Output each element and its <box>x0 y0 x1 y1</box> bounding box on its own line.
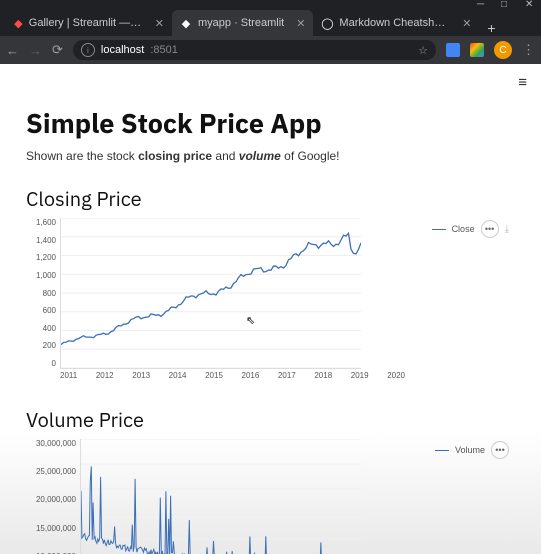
forward-button[interactable]: → <box>29 43 42 58</box>
window-minimize-button[interactable]: ─ <box>477 0 487 9</box>
hamburger-menu-button[interactable]: ≡ <box>518 74 527 91</box>
tab-label: Gallery | Streamlit — The fastes <box>29 17 143 29</box>
chart1-plot-area[interactable] <box>60 218 361 369</box>
site-info-icon[interactable]: i <box>81 43 95 57</box>
tab-myapp[interactable]: ◆ myapp · Streamlit ✕ <box>172 10 313 36</box>
extension-icon[interactable] <box>446 43 460 57</box>
chart1-svg <box>61 218 361 368</box>
chart2-svg <box>81 439 361 554</box>
extension-icon[interactable] <box>470 43 484 57</box>
closing-price-chart[interactable]: 1,6001,4001,2001,0008006004002000 201120… <box>26 218 515 380</box>
chart1-heading: Closing Price <box>26 185 515 212</box>
volume-chart[interactable]: 30,000,00025,000,00020,000,00015,000,000… <box>26 439 515 554</box>
url-field[interactable]: i localhost :8501 ☆ <box>73 40 436 60</box>
window-close-button[interactable]: ✕ <box>525 0 535 9</box>
chart1-y-ticks: 1,6001,4001,2001,0008006004002000 <box>26 218 60 368</box>
back-button[interactable]: ← <box>6 43 19 58</box>
streamlit-icon: ◆ <box>14 17 23 29</box>
close-icon[interactable]: ✕ <box>155 17 164 30</box>
main-content: Simple Stock Price App Shown are the sto… <box>0 64 541 554</box>
legend-label: Volume <box>455 445 485 455</box>
tab-strip: ◆ Gallery | Streamlit — The fastes ✕ ◆ m… <box>0 8 541 36</box>
close-icon[interactable]: ✕ <box>296 17 305 30</box>
chart-menu-button[interactable]: ••• <box>481 220 499 238</box>
github-icon: ◯ <box>321 17 333 29</box>
browser-menu-button[interactable]: ⋮ <box>522 42 535 58</box>
new-tab-button[interactable]: + <box>479 20 503 36</box>
window-titlebar: ─ □ ✕ <box>0 0 541 8</box>
window-maximize-button[interactable]: □ <box>501 0 511 9</box>
chart2-plot-area[interactable] <box>80 439 361 554</box>
browser-window: ─ □ ✕ ◆ Gallery | Streamlit — The fastes… <box>0 0 541 554</box>
url-port: :8501 <box>150 44 178 56</box>
legend-line-icon <box>432 229 446 230</box>
profile-avatar[interactable]: C <box>494 41 512 59</box>
tab-label: myapp · Streamlit <box>198 17 284 29</box>
bookmark-star-icon[interactable]: ☆ <box>418 44 428 57</box>
chart1-x-ticks: 2011201220132014201520162017201820192020 <box>26 371 515 380</box>
chart1-legend: Close ••• ⤓ <box>432 220 509 238</box>
url-host: localhost <box>101 44 144 56</box>
app-viewport: ≡ Simple Stock Price App Shown are the s… <box>0 64 541 554</box>
page-title: Simple Stock Price App <box>26 106 515 141</box>
chart2-heading: Volume Price <box>26 406 515 433</box>
reload-button[interactable]: ⟳ <box>52 42 63 58</box>
chart2-legend: Volume ••• <box>435 441 509 459</box>
tab-gallery[interactable]: ◆ Gallery | Streamlit — The fastes ✕ <box>6 10 172 36</box>
tab-markdown[interactable]: ◯ Markdown Cheatsheet · adam-p ✕ <box>313 10 479 36</box>
legend-line-icon <box>435 450 449 451</box>
chart2-y-ticks: 30,000,00025,000,00020,000,00015,000,000… <box>26 439 80 554</box>
streamlit-icon: ◆ <box>180 17 192 29</box>
chart-menu-button[interactable]: ••• <box>491 441 509 459</box>
legend-label: Close <box>452 224 475 234</box>
page-subtitle: Shown are the stock closing price and vo… <box>26 149 515 163</box>
chart-save-icon[interactable]: ⤓ <box>505 224 509 235</box>
close-icon[interactable]: ✕ <box>462 17 471 30</box>
tab-label: Markdown Cheatsheet · adam-p <box>339 17 450 29</box>
address-bar: ← → ⟳ i localhost :8501 ☆ C ⋮ <box>0 36 541 64</box>
